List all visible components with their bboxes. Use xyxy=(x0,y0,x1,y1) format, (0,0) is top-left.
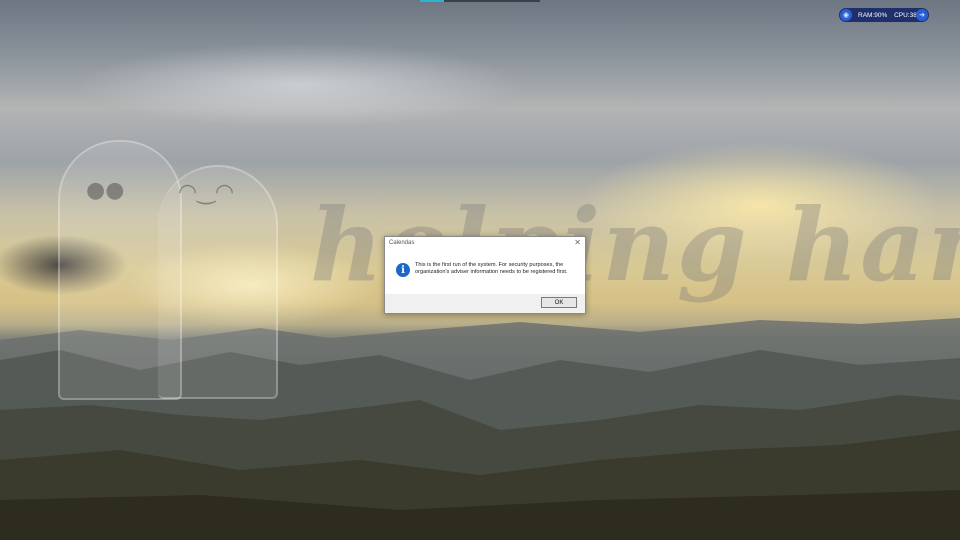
close-icon[interactable]: ✕ xyxy=(574,238,581,247)
dialog-footer: OK xyxy=(385,294,585,313)
watermark-ghost-face-icon: ●● xyxy=(86,178,125,203)
info-icon: i xyxy=(396,263,410,277)
top-taskbar-strip[interactable] xyxy=(420,0,540,2)
monitor-icon: ◉ xyxy=(840,9,852,21)
message-dialog: Calendas ✕ i This is the first run of th… xyxy=(384,236,586,314)
expand-arrow-icon[interactable]: ➜ xyxy=(916,9,928,21)
dialog-message: This is the first run of the system. For… xyxy=(415,262,568,275)
ram-usage: RAM:90% xyxy=(858,11,888,19)
ok-button[interactable]: OK xyxy=(541,297,577,308)
watermark-smile-icon: ◠‿◠ xyxy=(178,180,235,205)
system-monitor-widget[interactable]: ◉ RAM:90% CPU:38% ➜ xyxy=(839,8,929,22)
dialog-title: Calendas xyxy=(389,240,415,246)
